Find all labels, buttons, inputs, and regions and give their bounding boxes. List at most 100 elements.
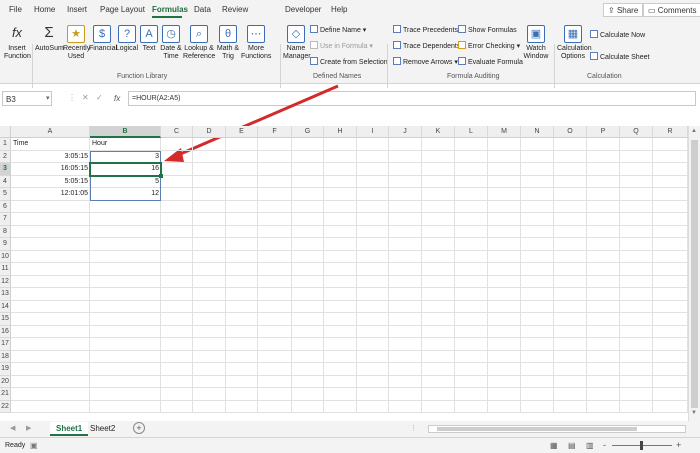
gridline	[11, 299, 688, 301]
gridline	[11, 212, 688, 213]
row-header-3[interactable]: 3	[0, 163, 11, 176]
accessibility-icon[interactable]: ▣	[30, 441, 38, 450]
column-header-n[interactable]: N	[521, 126, 554, 138]
gridline	[11, 249, 688, 251]
column-header-o[interactable]: O	[554, 126, 587, 138]
gridline	[687, 138, 688, 413]
gridline	[11, 374, 688, 376]
gridline	[11, 287, 688, 288]
row-header-21[interactable]: 21	[0, 388, 11, 401]
row-header-12[interactable]: 12	[0, 275, 11, 288]
column-header-l[interactable]: L	[455, 126, 488, 138]
cell-a4[interactable]: 5:05:15	[11, 176, 90, 189]
gridline	[257, 138, 258, 413]
column-header-m[interactable]: M	[488, 126, 521, 138]
zoom-in-button[interactable]: +	[676, 440, 681, 450]
gridline	[11, 237, 688, 238]
add-sheet-icon[interactable]: +	[133, 422, 145, 434]
sheet-tab-sheet1[interactable]: Sheet1	[50, 422, 89, 436]
gridline	[454, 138, 455, 413]
column-header-q[interactable]: Q	[620, 126, 653, 138]
status-text: Ready	[5, 442, 26, 449]
gridline	[11, 324, 688, 326]
row-header-2[interactable]: 2	[0, 150, 11, 163]
sheet-tab-sheet2[interactable]: Sheet2	[84, 422, 121, 436]
page-layout-view-icon[interactable]: ▤	[568, 441, 576, 450]
row-header-8[interactable]: 8	[0, 225, 11, 238]
column-header-j[interactable]: J	[389, 126, 422, 138]
row-header-6[interactable]: 6	[0, 200, 11, 213]
column-header-f[interactable]: F	[258, 126, 292, 138]
column-header-i[interactable]: I	[357, 126, 389, 138]
row-header-20[interactable]: 20	[0, 375, 11, 388]
gridline	[11, 337, 688, 338]
gridline	[11, 262, 688, 263]
next-sheet-icon[interactable]: ▶	[26, 424, 31, 432]
column-header-g[interactable]: G	[292, 126, 324, 138]
cell-a3[interactable]: 16:05:15	[11, 163, 90, 176]
gridline	[11, 399, 688, 401]
annotation-arrow	[164, 84, 339, 162]
row-header-22[interactable]: 22	[0, 400, 11, 413]
sheet-tab-bar: ◀ ▶ Sheet1 Sheet2 + ⋮	[0, 421, 700, 437]
gridline	[225, 138, 226, 413]
gridline	[11, 274, 688, 276]
gridline	[11, 224, 688, 226]
gridline	[192, 138, 193, 413]
horizontal-scroll-thumb[interactable]	[437, 427, 637, 431]
gridline	[586, 138, 587, 413]
cell-a1[interactable]: Time	[11, 138, 90, 151]
row-header-10[interactable]: 10	[0, 250, 11, 263]
column-header-e[interactable]: E	[226, 126, 258, 138]
row-header-1[interactable]: 1	[0, 138, 11, 151]
row-header-13[interactable]: 13	[0, 288, 11, 301]
gridline	[652, 138, 653, 413]
gridline	[11, 412, 688, 413]
column-header-p[interactable]: P	[587, 126, 620, 138]
gridline	[291, 138, 292, 413]
gridline	[553, 138, 554, 413]
column-header-k[interactable]: K	[422, 126, 455, 138]
normal-view-icon[interactable]: ▦	[550, 441, 558, 450]
gridline	[323, 138, 324, 413]
row-header-11[interactable]: 11	[0, 263, 11, 276]
row-header-9[interactable]: 9	[0, 238, 11, 251]
cell-a5[interactable]: 12:01:05	[11, 188, 90, 201]
row-header-4[interactable]: 4	[0, 175, 11, 188]
row-header-18[interactable]: 18	[0, 350, 11, 363]
page-break-view-icon[interactable]: ▥	[586, 441, 594, 450]
gridline	[11, 362, 688, 363]
gridline	[11, 312, 688, 313]
row-header-7[interactable]: 7	[0, 213, 11, 226]
gridline	[619, 138, 620, 413]
column-header-b[interactable]: B	[90, 126, 161, 138]
row-header-15[interactable]: 15	[0, 313, 11, 326]
gridline	[11, 349, 688, 351]
column-header-c[interactable]: C	[161, 126, 193, 138]
gridline	[487, 138, 488, 413]
gridline	[356, 138, 357, 413]
fill-handle[interactable]	[159, 173, 163, 178]
zoom-slider-thumb[interactable]	[640, 441, 643, 450]
row-header-17[interactable]: 17	[0, 338, 11, 351]
gridline	[421, 138, 422, 413]
cell-a2[interactable]: 3:05:15	[11, 151, 90, 164]
row-header-5[interactable]: 5	[0, 188, 11, 201]
more-options-icon: ⋮	[410, 425, 417, 432]
horizontal-scrollbar[interactable]	[428, 425, 686, 433]
gridline	[11, 387, 688, 388]
column-header-a[interactable]: A	[11, 126, 90, 138]
column-header-d[interactable]: D	[193, 126, 226, 138]
row-header-19[interactable]: 19	[0, 363, 11, 376]
column-header-h[interactable]: H	[324, 126, 357, 138]
status-bar: Ready ▣ ▦ ▤ ▥ - +	[0, 437, 700, 453]
row-header-16[interactable]: 16	[0, 325, 11, 338]
cell-b1[interactable]: Hour	[90, 138, 161, 151]
zoom-out-button[interactable]: -	[603, 440, 606, 450]
column-header-r[interactable]: R	[653, 126, 688, 138]
gridline	[388, 138, 389, 413]
active-cell-b3[interactable]	[89, 162, 162, 177]
gridline	[520, 138, 521, 413]
row-header-14[interactable]: 14	[0, 300, 11, 313]
prev-sheet-icon[interactable]: ◀	[10, 424, 15, 432]
